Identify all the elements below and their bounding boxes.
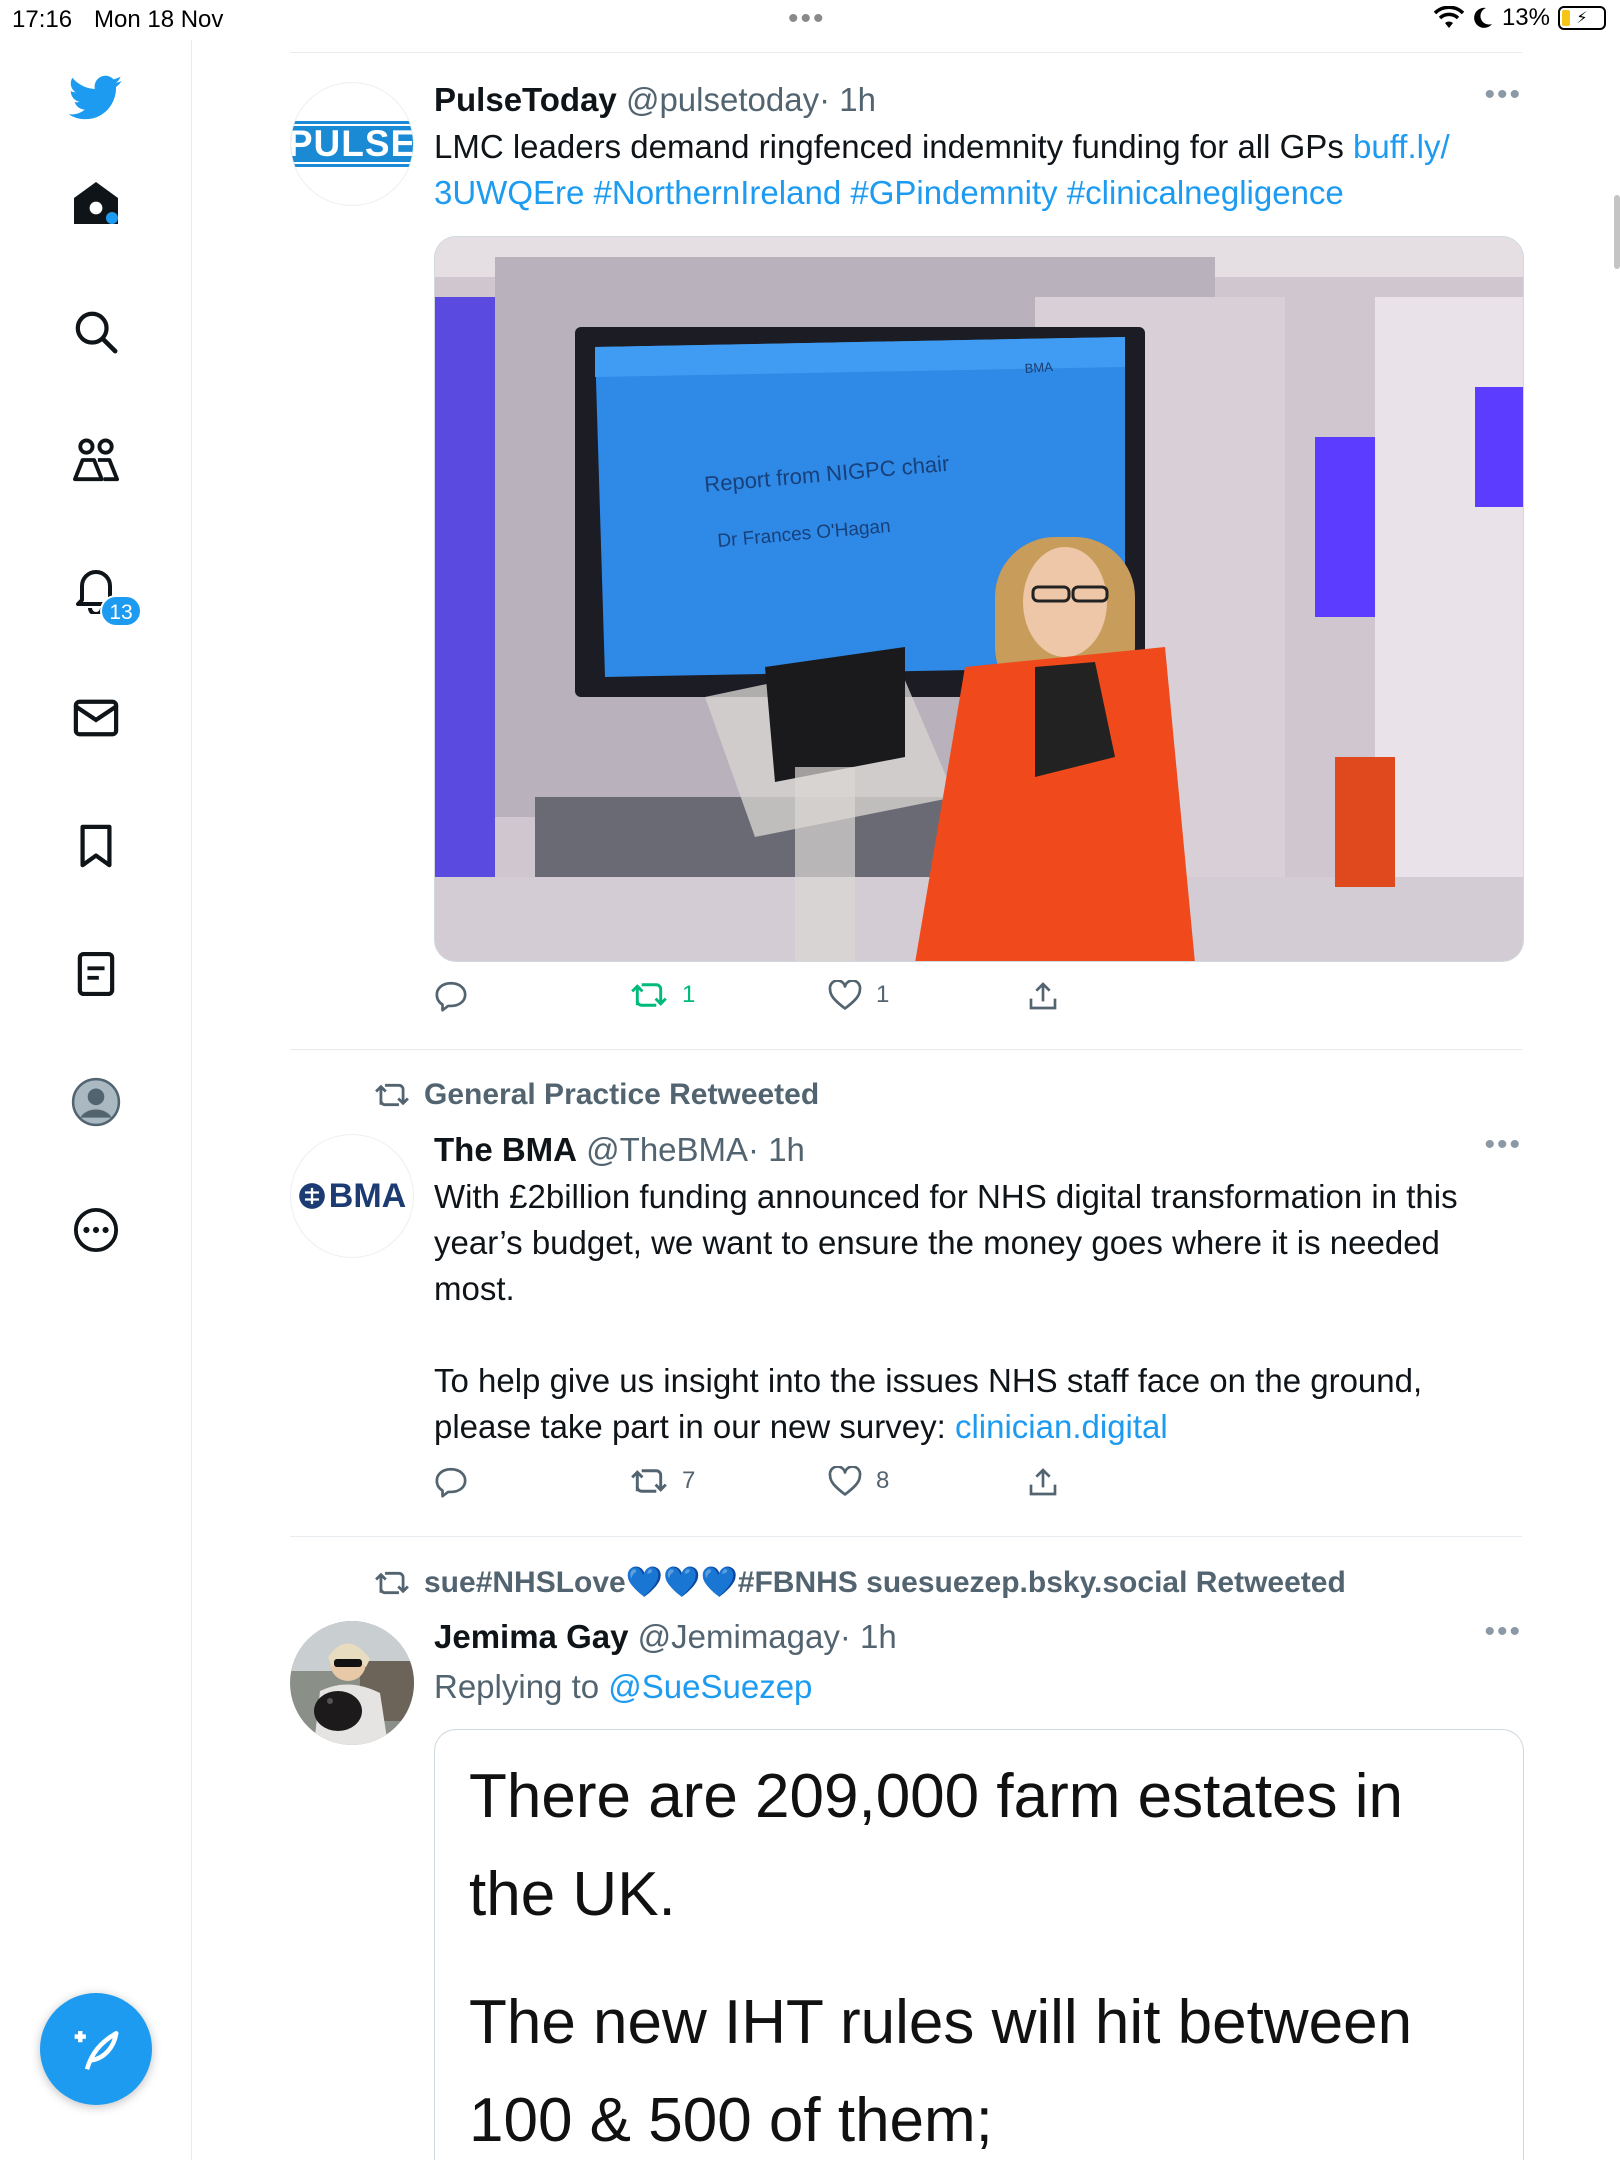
bma-logo: BMA xyxy=(298,1177,406,1216)
feed-divider xyxy=(290,52,1522,53)
sidebar: 13 xyxy=(0,40,192,2160)
reply-button[interactable] xyxy=(434,1466,468,1498)
reply-button[interactable] xyxy=(434,980,468,1012)
wifi-icon xyxy=(1433,6,1464,28)
replying-to: Replying to @SueSuezep xyxy=(434,1665,1522,1709)
retweeted-by[interactable]: General Practice Retweeted xyxy=(374,1078,819,1112)
like-count: 8 xyxy=(876,1467,890,1494)
notifications-badge: 13 xyxy=(100,595,142,627)
author-name[interactable]: PulseToday xyxy=(434,81,617,118)
multitasking-dots[interactable]: ••• xyxy=(788,2,826,36)
share-icon xyxy=(1029,982,1057,1010)
share-button[interactable] xyxy=(1028,980,1058,1012)
tweet-link[interactable]: buff.ly/ xyxy=(1353,128,1450,165)
avatar[interactable]: PULSE xyxy=(290,82,414,206)
tweet-link[interactable]: clinician.digital xyxy=(955,1408,1168,1445)
communities-icon[interactable] xyxy=(68,432,124,488)
author-handle[interactable]: @Jemimagay xyxy=(638,1618,840,1655)
like-count: 1 xyxy=(876,981,890,1008)
like-button[interactable]: 1 xyxy=(828,980,889,1010)
retweet-count: 7 xyxy=(682,1467,696,1494)
author-handle[interactable]: @pulsetoday xyxy=(626,81,819,118)
status-bar: 17:16 Mon 18 Nov ••• 13% ⚡ xyxy=(0,0,1620,40)
retweet-count: 1 xyxy=(682,981,696,1008)
retweeted-icon xyxy=(375,1083,409,1107)
retweet-button[interactable]: 7 xyxy=(630,1466,695,1496)
avatar[interactable] xyxy=(290,1621,414,1745)
profile-avatar-icon[interactable] xyxy=(68,1074,124,1130)
battery-percent: 13% xyxy=(1501,4,1550,31)
tweet-text-body: LMC leaders demand ringfenced indemnity … xyxy=(434,128,1353,165)
bookmarks-icon[interactable] xyxy=(68,818,124,874)
author-handle[interactable]: @TheBMA xyxy=(586,1131,748,1168)
search-icon[interactable] xyxy=(68,304,124,360)
image-text-line-1: There are 209,000 farm estates in the UK… xyxy=(469,1762,1403,1929)
tweet-hashtags[interactable]: 3UWQEre #NorthernIreland #GPindemnity #c… xyxy=(434,174,1344,211)
replying-to-label: Replying to xyxy=(434,1668,609,1705)
tweet-image[interactable]: BMA Report from NIGPC chair Dr Frances O… xyxy=(434,236,1524,962)
avatar-photo xyxy=(290,1621,414,1745)
heart-icon xyxy=(828,1466,862,1496)
author-name[interactable]: Jemima Gay xyxy=(434,1618,628,1655)
tweet-more-icon[interactable]: ••• xyxy=(1484,78,1522,112)
moon-icon xyxy=(1474,7,1492,28)
tweet-image[interactable]: There are 209,000 farm estates in the UK… xyxy=(434,1729,1524,2160)
status-date: Mon 18 Nov xyxy=(94,6,224,33)
tweet-time: · 1h xyxy=(819,81,876,118)
bma-crest-icon xyxy=(298,1183,325,1209)
reply-icon xyxy=(435,981,467,1012)
tweet-header: PulseToday @pulsetoday· 1h xyxy=(434,78,1522,122)
tweet-paragraph-2-text: To help give us insight into the issues … xyxy=(434,1362,1423,1445)
tweet-header: The BMA @TheBMA· 1h xyxy=(434,1128,1522,1172)
retweeted-by-label: sue#NHSLove💙💙💙#FBNHS suesuezep.bsky.soci… xyxy=(424,1566,1346,1599)
tweet-time: · 1h xyxy=(839,1618,897,1655)
twitter-logo-icon[interactable] xyxy=(68,70,124,126)
more-options-icon[interactable] xyxy=(68,1202,124,1258)
tweet-text: LMC leaders demand ringfenced indemnity … xyxy=(434,124,1522,216)
heart-icon xyxy=(828,980,862,1010)
avatar-logo-text: BMA xyxy=(328,1176,407,1215)
retweeted-by-label: General Practice Retweeted xyxy=(424,1078,820,1111)
compose-tweet-button[interactable] xyxy=(40,1993,152,2105)
feed-divider xyxy=(290,1049,1522,1050)
author-name[interactable]: The BMA xyxy=(434,1131,577,1168)
home-unread-dot xyxy=(106,212,118,224)
tweet-time: · 1h xyxy=(748,1131,805,1168)
retweet-icon xyxy=(631,983,667,1007)
image-text-block: There are 209,000 farm estates in the UK… xyxy=(469,1748,1469,2160)
tweet-actions: 1 1 xyxy=(434,980,1057,1020)
retweet-icon xyxy=(631,1469,667,1493)
tweet-paragraph-1: With £2billion funding announced for NHS… xyxy=(434,1178,1458,1307)
compose-feather-icon xyxy=(74,2031,119,2070)
share-button[interactable] xyxy=(1028,1466,1058,1498)
status-time: 17:16 xyxy=(12,6,73,33)
conference-photo: BMA Report from NIGPC chair Dr Frances O… xyxy=(435,237,1523,961)
scrollbar[interactable] xyxy=(1614,195,1620,269)
tweet-more-icon[interactable]: ••• xyxy=(1484,1128,1522,1162)
messages-icon[interactable] xyxy=(68,690,124,746)
battery-icon: ⚡ xyxy=(1558,6,1606,30)
like-button[interactable]: 8 xyxy=(828,1466,889,1496)
replying-to-handle[interactable]: @SueSuezep xyxy=(608,1668,812,1705)
retweeted-by[interactable]: sue#NHSLove💙💙💙#FBNHS suesuezep.bsky.soci… xyxy=(374,1565,1346,1600)
status-indicators: 13% ⚡ xyxy=(1433,4,1606,32)
share-icon xyxy=(1029,1468,1057,1496)
avatar-logo-text: PULSE xyxy=(291,121,413,167)
retweet-button[interactable]: 1 xyxy=(630,980,695,1010)
lists-icon[interactable] xyxy=(68,946,124,1002)
tweet-text: With £2billion funding announced for NHS… xyxy=(434,1174,1522,1450)
slide-logo: BMA xyxy=(1024,359,1053,376)
tweet-paragraph-2: To help give us insight into the issues … xyxy=(434,1358,1522,1450)
retweeted-icon xyxy=(375,1571,409,1594)
avatar[interactable]: BMA xyxy=(290,1134,414,1258)
tweet-header: Jemima Gay @Jemimagay· 1h xyxy=(434,1615,1522,1659)
feed-divider xyxy=(290,1536,1522,1537)
tweet-actions: 7 8 xyxy=(434,1466,1057,1506)
image-text-line-2: The new IHT rules will hit between 100 &… xyxy=(469,1988,1413,2155)
tweet-more-icon[interactable]: ••• xyxy=(1484,1615,1522,1649)
reply-icon xyxy=(435,1467,467,1498)
